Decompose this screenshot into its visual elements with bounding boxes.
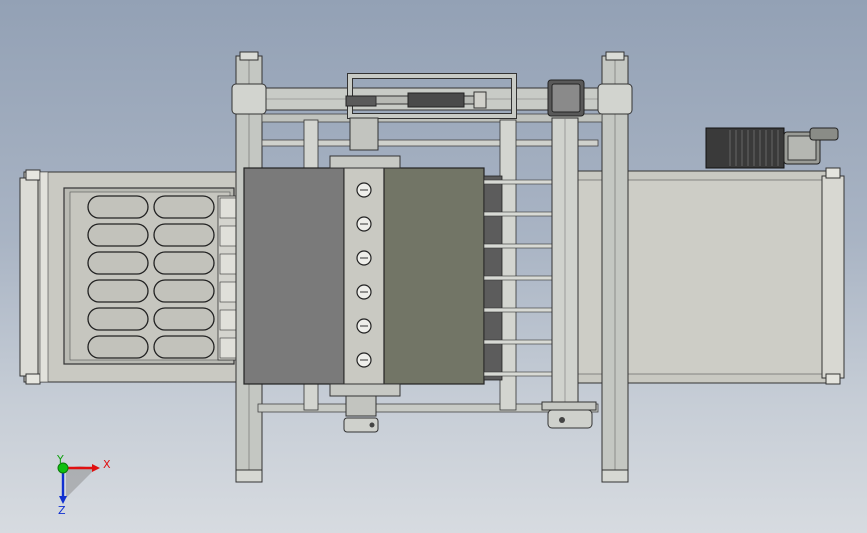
tray-slot — [153, 335, 215, 359]
rail-bar — [483, 371, 561, 377]
tray-slot — [153, 307, 215, 331]
tray-slot — [153, 279, 215, 303]
rail-bar — [483, 179, 561, 185]
rail-bar — [483, 307, 561, 313]
tray-slot — [153, 251, 215, 275]
tray-slot — [87, 335, 149, 359]
tray-slot — [153, 223, 215, 247]
tray-slot — [87, 279, 149, 303]
product-tray — [63, 187, 243, 365]
triad-plane — [66, 466, 94, 498]
x-axis-arrow-icon — [92, 464, 100, 472]
machine-drawing: X Y Z — [19, 51, 845, 517]
z-axis-arrow-icon — [59, 496, 67, 504]
tray-slot — [87, 223, 149, 247]
tray-slot — [153, 195, 215, 219]
tray-slot — [87, 307, 149, 331]
cad-viewport[interactable]: X Y Z — [0, 0, 867, 533]
x-axis-label: X — [103, 458, 111, 471]
z-axis-label: Z — [58, 504, 66, 517]
rail-bar — [483, 211, 561, 217]
tray-slot — [87, 251, 149, 275]
orientation-triad: X Y Z — [56, 453, 111, 517]
tray-slot — [87, 195, 149, 219]
main-plate — [243, 155, 485, 397]
rail-bar — [483, 275, 561, 281]
rail-comb — [483, 175, 561, 381]
gear-motor — [705, 127, 839, 169]
rail-bar — [483, 339, 561, 345]
rail-bar — [483, 243, 561, 249]
y-axis-label: Y — [56, 453, 64, 466]
